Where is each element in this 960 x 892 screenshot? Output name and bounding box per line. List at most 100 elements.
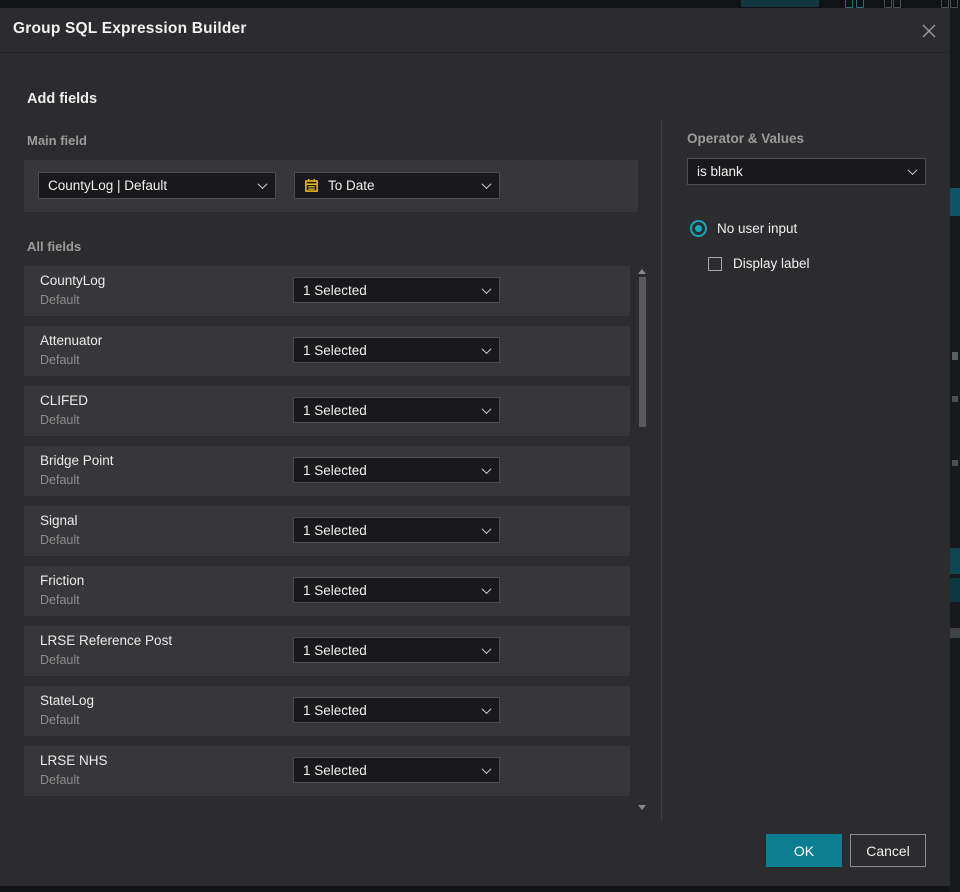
toolbar-fragment <box>941 0 949 8</box>
chevron-down-icon <box>481 643 492 654</box>
field-subtitle: Default <box>40 593 80 607</box>
field-subtitle: Default <box>40 293 80 307</box>
field-name: StateLog <box>40 693 95 708</box>
field-row: Friction Default 1 Selected <box>24 566 630 616</box>
live-view-label: Live View <box>761 0 810 2</box>
field-name: LRSE Reference Post <box>40 633 173 648</box>
toolbar-fragment <box>893 0 901 8</box>
field-row: CLIFED Default 1 Selected <box>24 386 630 436</box>
chevron-down-icon <box>481 703 492 714</box>
field-values-select[interactable]: 1 Selected <box>293 457 500 483</box>
field-row: StateLog Default 1 Selected <box>24 686 630 736</box>
chevron-down-icon <box>481 403 492 414</box>
operator-select-value: is blank <box>697 164 743 179</box>
add-fields-heading: Add fields <box>27 91 98 107</box>
toolbar-fragment <box>950 0 958 8</box>
background-fragment <box>950 188 960 216</box>
main-field-select-value: CountyLog | Default <box>48 178 168 193</box>
background-fragment <box>952 352 958 360</box>
cancel-button[interactable]: Cancel <box>850 834 926 867</box>
field-row: CountyLog Default 1 Selected <box>24 266 630 316</box>
field-subtitle: Default <box>40 713 80 727</box>
field-name: CountyLog <box>40 273 106 288</box>
field-name: Bridge Point <box>40 453 114 468</box>
display-label-checkbox[interactable]: Display label <box>708 256 810 271</box>
toolbar-fragment <box>845 0 853 8</box>
dialog-title: Group SQL Expression Builder <box>13 20 247 37</box>
chevron-down-icon <box>481 283 492 294</box>
operator-values-heading: Operator & Values <box>687 131 805 146</box>
field-values-select[interactable]: 1 Selected <box>293 637 500 663</box>
live-view-button[interactable]: Live View <box>741 0 819 7</box>
all-fields-label: All fields <box>27 239 82 254</box>
field-values-select[interactable]: 1 Selected <box>293 577 500 603</box>
scrollbar-down-arrow[interactable] <box>638 805 646 810</box>
field-row: Bridge Point Default 1 Selected <box>24 446 630 496</box>
field-subtitle: Default <box>40 653 80 667</box>
chevron-down-icon <box>481 523 492 534</box>
field-values-select-value: 1 Selected <box>303 342 367 358</box>
field-values-select[interactable]: 1 Selected <box>293 517 500 543</box>
field-values-select-value: 1 Selected <box>303 522 367 538</box>
field-values-select[interactable]: 1 Selected <box>293 697 500 723</box>
field-subtitle: Default <box>40 353 80 367</box>
background-app-right-strip <box>950 8 960 892</box>
close-icon <box>922 24 936 38</box>
main-field-date-select[interactable]: To Date <box>294 172 500 199</box>
main-field-select[interactable]: CountyLog | Default <box>38 172 276 199</box>
field-name: Friction <box>40 573 85 588</box>
operator-select[interactable]: is blank <box>687 158 926 185</box>
field-name: Attenuator <box>40 333 103 348</box>
field-row: Signal Default 1 Selected <box>24 506 630 556</box>
background-fragment <box>950 578 960 602</box>
no-user-input-radio[interactable]: No user input <box>690 220 797 237</box>
toolbar-fragment <box>884 0 892 8</box>
chevron-down-icon <box>907 165 918 176</box>
field-values-select-value: 1 Selected <box>303 282 367 298</box>
field-values-select-value: 1 Selected <box>303 642 367 658</box>
field-row: LRSE Reference Post Default 1 Selected <box>24 626 630 676</box>
no-user-input-label: No user input <box>717 221 798 236</box>
chevron-down-icon <box>481 343 492 354</box>
field-subtitle: Default <box>40 473 80 487</box>
chevron-down-icon <box>481 763 492 774</box>
background-fragment <box>952 460 958 466</box>
checkbox-unchecked-icon <box>708 256 722 271</box>
field-values-select[interactable]: 1 Selected <box>293 397 500 423</box>
field-row: LRSE NHS Default 1 Selected <box>24 746 630 796</box>
field-values-select[interactable]: 1 Selected <box>293 337 500 363</box>
ok-button[interactable]: OK <box>766 834 842 867</box>
field-values-select-value: 1 Selected <box>303 582 367 598</box>
display-label-label: Display label <box>733 256 810 271</box>
field-subtitle: Default <box>40 533 80 547</box>
group-sql-expression-builder-dialog: Group SQL Expression Builder Add fields … <box>0 8 950 886</box>
background-fragment <box>950 628 960 638</box>
background-fragment <box>950 548 960 574</box>
field-values-select-value: 1 Selected <box>303 402 367 418</box>
calendar-icon <box>304 178 319 193</box>
field-subtitle: Default <box>40 773 80 787</box>
scrollbar-up-arrow[interactable] <box>638 269 646 274</box>
scrollbar-thumb[interactable] <box>639 277 646 427</box>
close-button[interactable] <box>918 20 940 42</box>
chevron-down-icon <box>481 463 492 474</box>
field-values-select[interactable]: 1 Selected <box>293 757 500 783</box>
field-values-select-value: 1 Selected <box>303 762 367 778</box>
background-fragment <box>952 396 958 402</box>
field-name: Signal <box>40 513 78 528</box>
field-name: CLIFED <box>40 393 89 408</box>
chevron-down-icon <box>481 179 492 190</box>
field-values-select-value: 1 Selected <box>303 702 367 718</box>
toolbar-fragment <box>856 0 864 8</box>
main-field-label: Main field <box>27 133 87 148</box>
chevron-down-icon <box>481 583 492 594</box>
field-values-select-value: 1 Selected <box>303 462 367 478</box>
radio-selected-icon <box>690 220 707 237</box>
chevron-down-icon <box>257 179 268 190</box>
main-field-panel: CountyLog | Default To Date <box>24 160 638 212</box>
field-values-select[interactable]: 1 Selected <box>293 277 500 303</box>
field-subtitle: Default <box>40 413 80 427</box>
dialog-header: Group SQL Expression Builder <box>0 8 950 53</box>
main-field-date-value: To Date <box>328 178 375 193</box>
panel-divider <box>661 120 662 820</box>
